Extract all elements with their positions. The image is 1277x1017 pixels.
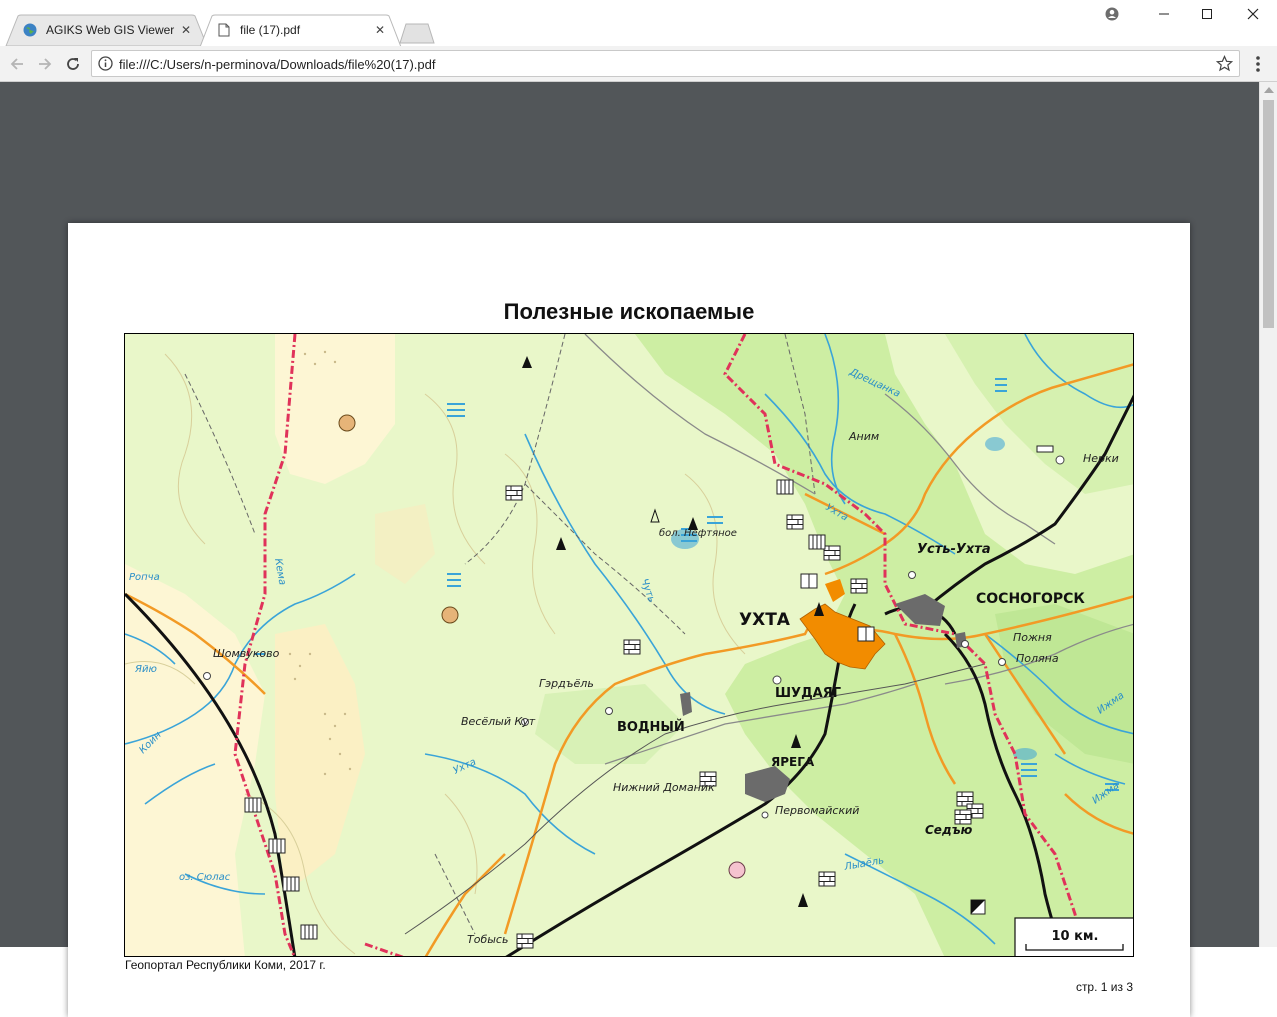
pdf-viewer[interactable]: Полезные ископаемые Аним Нерки Пожня Пол… <box>0 82 1259 1017</box>
label-pozhnya: Пожня <box>1013 631 1052 644</box>
reload-icon[interactable] <box>62 54 84 74</box>
label-shudayag: ШУДАЯГ <box>775 686 841 701</box>
label-yarega: ЯРЕГА <box>771 755 815 769</box>
label-gerdyel: Гэрдъёль <box>539 677 594 690</box>
label-ukhta: УХТА <box>739 610 791 630</box>
page-number: стр. 1 из 3 <box>1075 980 1133 994</box>
bookmark-star-icon[interactable] <box>1216 55 1233 72</box>
scroll-up-icon[interactable] <box>1264 87 1274 93</box>
tab-agiks[interactable]: AGIKS Web GIS Viewer ✕ <box>4 14 209 46</box>
label-sosnogorsk: СОСНОГОРСК <box>976 591 1085 607</box>
label-vodny: ВОДНЫЙ <box>617 719 685 735</box>
url-text: file:///C:/Users/n-perminova/Downloads/f… <box>119 57 436 72</box>
scale-bar-label: 10 км. <box>1051 929 1098 944</box>
label-pervomaysky: Первомайский <box>775 804 859 817</box>
document-icon <box>216 22 232 38</box>
close-window-icon[interactable] <box>1239 4 1267 24</box>
back-icon[interactable] <box>6 54 28 74</box>
scrollbar-thumb[interactable] <box>1263 100 1274 328</box>
maximize-icon[interactable] <box>1193 4 1221 24</box>
close-tab-icon[interactable]: ✕ <box>179 23 193 37</box>
label-tobys: Тобысь <box>467 933 508 946</box>
tab-title: AGIKS Web GIS Viewer <box>46 23 175 37</box>
profile-icon[interactable] <box>1098 4 1126 24</box>
label-lake-syulas: оз. Сюлас <box>179 872 231 883</box>
forward-icon[interactable] <box>34 54 56 74</box>
deposit-marker <box>338 414 356 432</box>
map-image: Аним Нерки Пожня Поляна Шомвуково Гэрдъё… <box>124 333 1134 957</box>
minimize-icon[interactable] <box>1150 4 1178 24</box>
globe-icon <box>22 22 38 38</box>
map-caption: Геопортал Республики Коми, 2017 г. <box>125 958 326 972</box>
deposit-marker <box>441 606 459 624</box>
label-polyana: Поляна <box>1016 652 1059 665</box>
close-tab-icon[interactable]: ✕ <box>373 23 387 37</box>
label-river-yayu: Яйю <box>134 664 157 675</box>
label-nizhny-domanik: Нижний Доманик <box>613 781 715 794</box>
label-anim: Аним <box>848 430 879 443</box>
window-titlebar: AGIKS Web GIS Viewer ✕ file (17).pdf ✕ <box>0 0 1277 46</box>
label-vesely-kut: Весёлый Кут <box>461 715 536 728</box>
label-nerki: Нерки <box>1083 452 1119 465</box>
browser-toolbar: file:///C:/Users/n-perminova/Downloads/f… <box>0 46 1277 82</box>
topographic-map: Аним Нерки Пожня Поляна Шомвуково Гэрдъё… <box>125 334 1133 956</box>
scale-bar: 10 км. <box>1014 917 1133 956</box>
label-shomvukovo: Шомвуково <box>213 647 280 660</box>
tab-pdf[interactable]: file (17).pdf ✕ <box>198 14 403 46</box>
page-title: Полезные ископаемые <box>503 299 755 324</box>
new-tab-button[interactable] <box>398 22 436 44</box>
label-ust-ukhta: Усть-Ухта <box>917 542 991 557</box>
pdf-page: Полезные ископаемые Аним Нерки Пожня Пол… <box>68 223 1190 1017</box>
deposit-marker <box>728 861 746 879</box>
label-sedyu: Седъю <box>925 823 973 837</box>
label-boloto: бол. Нефтяное <box>659 527 737 539</box>
address-bar[interactable]: file:///C:/Users/n-perminova/Downloads/f… <box>91 50 1240 77</box>
tab-title: file (17).pdf <box>240 23 301 37</box>
label-river-ropcha: Ропча <box>129 572 160 583</box>
vertical-scrollbar[interactable] <box>1259 82 1277 947</box>
info-icon[interactable] <box>98 56 113 71</box>
menu-icon[interactable] <box>1250 54 1266 74</box>
